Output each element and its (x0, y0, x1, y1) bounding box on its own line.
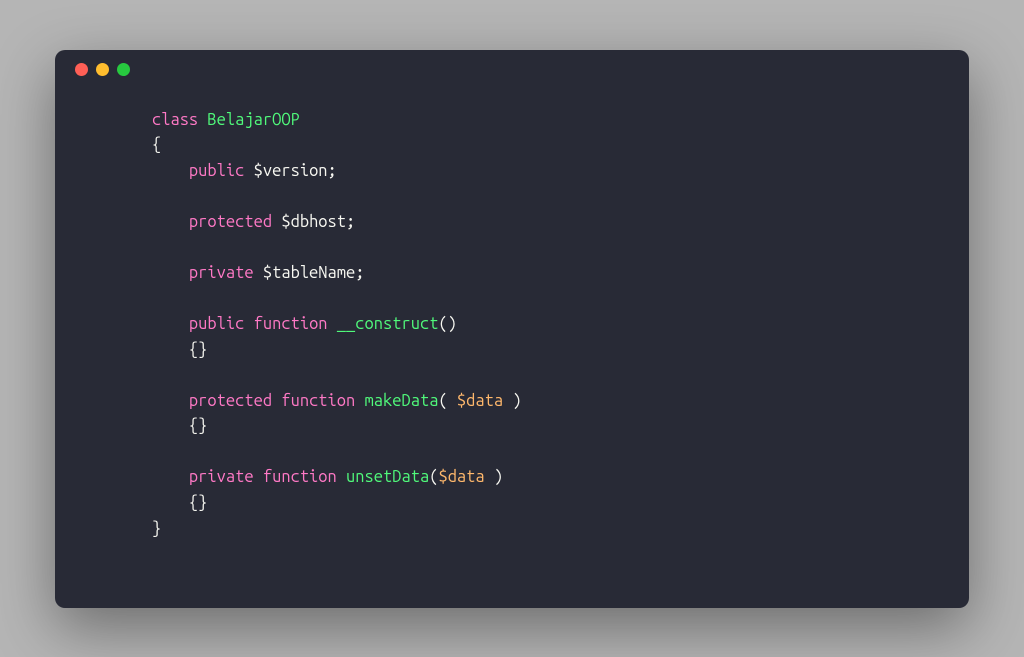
code-line: } (115, 520, 161, 538)
code-line: public function __construct() (115, 315, 457, 333)
minimize-icon[interactable] (96, 63, 109, 76)
code-line: class BelajarOOP (115, 111, 300, 129)
code-line: {} (115, 417, 207, 435)
close-icon[interactable] (75, 63, 88, 76)
code-line: public $version; (115, 162, 337, 180)
code-line: private function unsetData($data ) (115, 468, 503, 486)
maximize-icon[interactable] (117, 63, 130, 76)
code-line: {} (115, 341, 207, 359)
code-window: class BelajarOOP { public $version; prot… (55, 50, 969, 608)
code-line: {} (115, 494, 207, 512)
code-line: protected function makeData( $data ) (115, 392, 522, 410)
code-line: private $tableName; (115, 264, 365, 282)
code-content: class BelajarOOP { public $version; prot… (55, 90, 969, 563)
window-titlebar (55, 50, 969, 90)
code-line: protected $dbhost; (115, 213, 355, 231)
code-line: { (115, 136, 161, 154)
